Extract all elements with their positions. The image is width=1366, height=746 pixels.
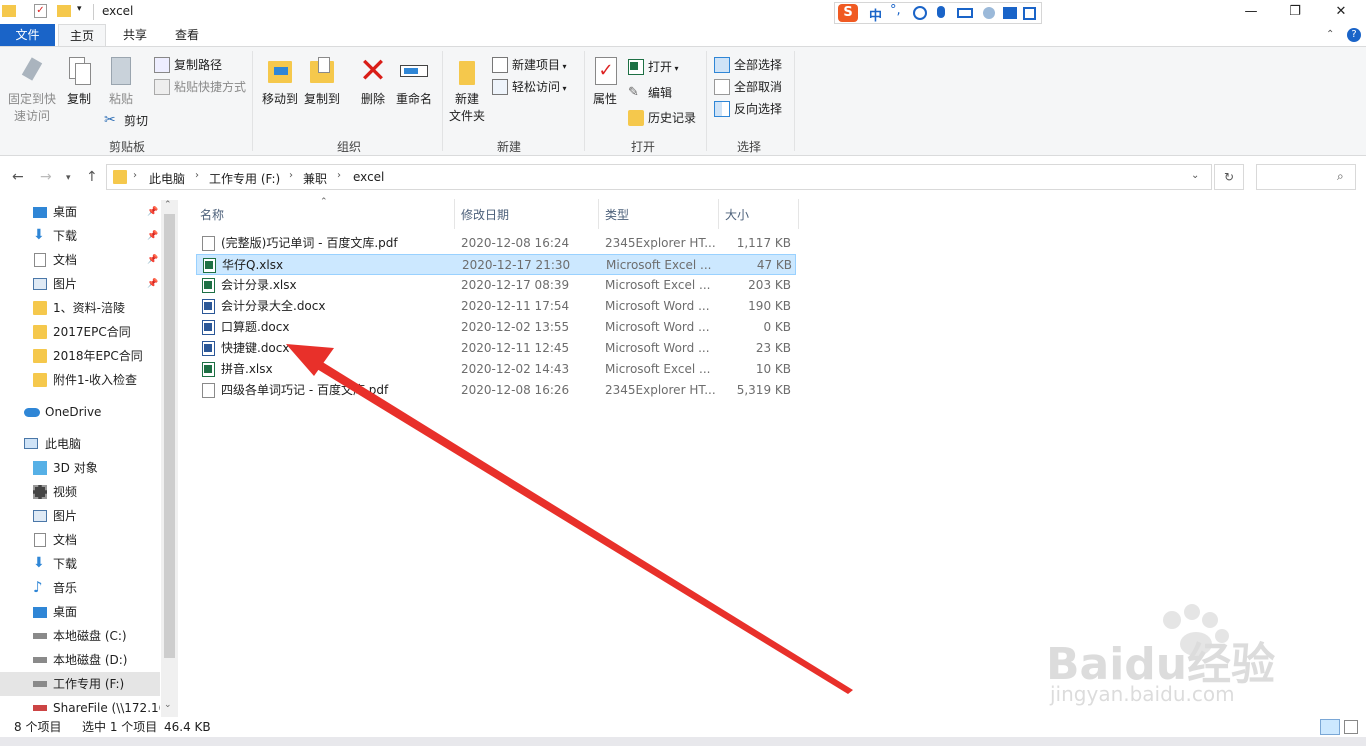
large-icons-view-icon[interactable] <box>1344 720 1358 734</box>
selection-size: 46.4 KB <box>164 720 211 734</box>
status-bar: 8 个项目 选中 1 个项目 46.4 KB <box>0 717 1366 737</box>
baidu-watermark: Baidu经验 jingyan.baidu.com <box>1046 600 1286 720</box>
details-view-icon[interactable] <box>1320 719 1340 735</box>
selection-count: 选中 1 个项目 <box>82 720 158 734</box>
taskbar-strip <box>0 737 1366 746</box>
watermark-url: jingyan.baidu.com <box>1050 682 1235 706</box>
item-count: 8 个项目 <box>14 720 62 734</box>
